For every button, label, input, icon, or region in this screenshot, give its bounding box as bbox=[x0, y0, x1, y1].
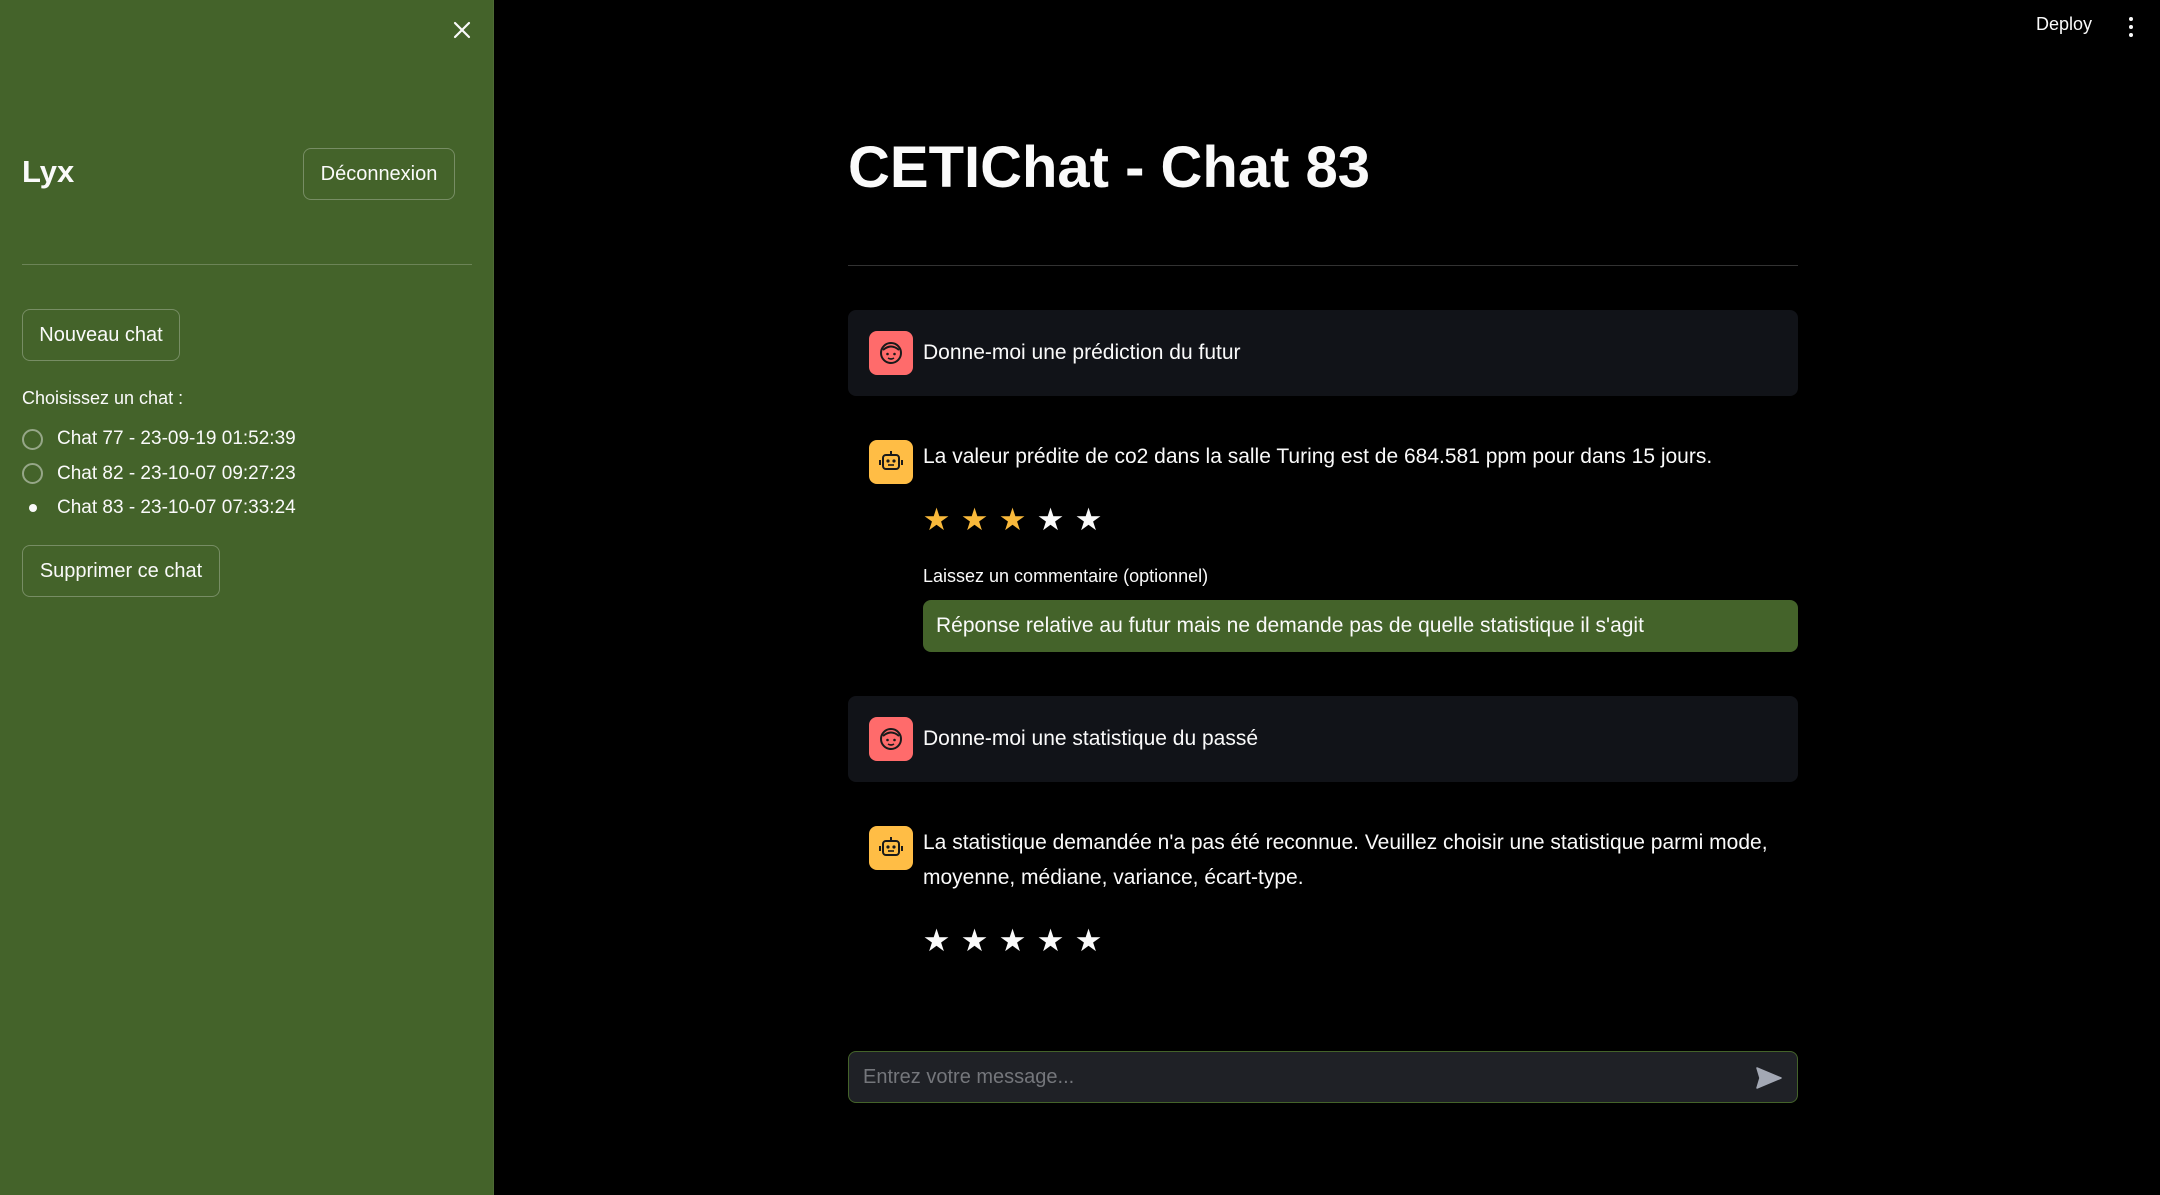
message-text-line2: moyenne, médiane, variance, écart-type. bbox=[923, 866, 1304, 889]
robot-icon bbox=[869, 826, 913, 870]
close-sidebar-button[interactable] bbox=[446, 14, 478, 46]
sidebar-divider bbox=[22, 264, 472, 265]
chat-option-selected[interactable]: Chat 83 - 23-10-07 07:33:24 bbox=[22, 491, 296, 526]
user-face-icon bbox=[869, 717, 913, 761]
message-text-line1: La statistique demandée n'a pas été reco… bbox=[923, 831, 1768, 854]
kebab-menu-icon[interactable] bbox=[2124, 12, 2138, 42]
username: Lyx bbox=[22, 154, 75, 189]
star-icon[interactable]: ★ bbox=[1036, 925, 1065, 957]
message-text: La valeur prédite de co2 dans la salle T… bbox=[923, 445, 1713, 468]
star-icon[interactable]: ★ bbox=[998, 925, 1027, 957]
radio-dot bbox=[28, 504, 37, 513]
user-message: Donne-moi une prédiction du futur bbox=[848, 310, 1798, 396]
star-icon[interactable]: ★ bbox=[922, 504, 951, 536]
message-text: Donne-moi une prédiction du futur bbox=[923, 341, 1241, 364]
chat-select-label: Choisissez un chat : bbox=[22, 388, 184, 408]
star-icon[interactable]: ★ bbox=[1074, 504, 1103, 536]
chat-radio-group: Chat 77 - 23-09-19 01:52:39 Chat 82 - 23… bbox=[22, 422, 296, 526]
star-icon[interactable]: ★ bbox=[960, 504, 989, 536]
title-divider bbox=[848, 265, 1798, 266]
user-face-icon bbox=[869, 331, 913, 375]
rating-stars: ★ ★ ★ ★ ★ bbox=[922, 504, 1103, 536]
send-button[interactable] bbox=[1753, 1062, 1785, 1094]
chat-option[interactable]: Chat 82 - 23-10-07 09:27:23 bbox=[22, 457, 296, 492]
close-icon bbox=[453, 21, 471, 39]
comment-field[interactable]: Réponse relative au futur mais ne demand… bbox=[923, 600, 1798, 652]
star-icon[interactable]: ★ bbox=[998, 504, 1027, 536]
new-chat-button[interactable]: Nouveau chat bbox=[22, 309, 180, 361]
chat-option[interactable]: Chat 77 - 23-09-19 01:52:39 bbox=[22, 422, 296, 457]
page-title: CETIChat - Chat 83 bbox=[848, 135, 1371, 200]
star-icon[interactable]: ★ bbox=[922, 925, 951, 957]
chat-input[interactable] bbox=[861, 1052, 1741, 1102]
radio-button-selected[interactable] bbox=[22, 498, 43, 519]
star-icon[interactable]: ★ bbox=[960, 925, 989, 957]
chat-option-label: Chat 82 - 23-10-07 09:27:23 bbox=[57, 462, 296, 484]
chat-input-container bbox=[848, 1051, 1798, 1103]
radio-button[interactable] bbox=[22, 428, 43, 450]
deploy-button[interactable]: Deploy bbox=[2036, 14, 2092, 35]
rating-stars: ★ ★ ★ ★ ★ bbox=[922, 925, 1103, 957]
star-icon[interactable]: ★ bbox=[1036, 504, 1065, 536]
logout-button[interactable]: Déconnexion bbox=[303, 148, 455, 200]
star-icon[interactable]: ★ bbox=[1074, 925, 1103, 957]
chat-option-label: Chat 77 - 23-09-19 01:52:39 bbox=[57, 428, 296, 450]
send-icon bbox=[1756, 1067, 1782, 1089]
radio-button[interactable] bbox=[22, 463, 43, 485]
sidebar: Lyx Déconnexion Nouveau chat Choisissez … bbox=[0, 0, 494, 1195]
chat-option-label: Chat 83 - 23-10-07 07:33:24 bbox=[57, 497, 296, 519]
comment-label: Laissez un commentaire (optionnel) bbox=[923, 566, 1209, 586]
delete-chat-button[interactable]: Supprimer ce chat bbox=[22, 545, 220, 597]
robot-icon bbox=[869, 440, 913, 484]
user-message: Donne-moi une statistique du passé bbox=[848, 696, 1798, 782]
message-text: Donne-moi une statistique du passé bbox=[923, 727, 1259, 750]
